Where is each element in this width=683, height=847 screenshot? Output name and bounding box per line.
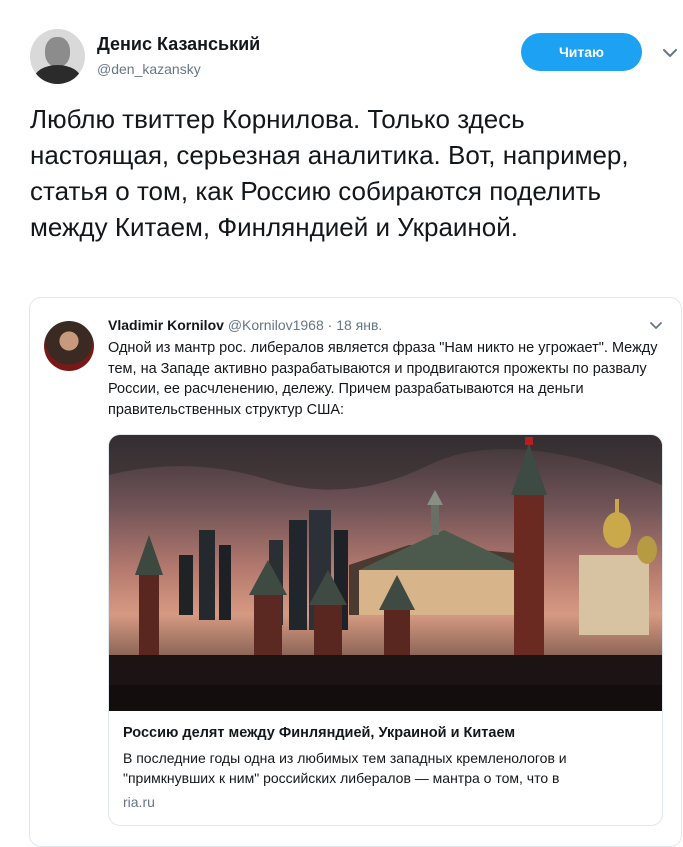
author-name[interactable]: Денис Казанський — [97, 34, 260, 55]
tweet-header: Денис Казанський @den_kazansky Читаю — [30, 29, 677, 85]
link-preview-card[interactable]: Россию делят между Финляндией, Украиной … — [108, 434, 663, 826]
quoted-tweet-date[interactable]: 18 янв. — [336, 317, 382, 333]
link-preview-domain[interactable]: ria.ru — [123, 794, 155, 810]
quoted-tweet-text: Одной из мантр рос. либералов является ф… — [108, 340, 658, 418]
link-preview-description: В последние годы одна из любимых тем зап… — [123, 750, 567, 786]
link-preview-title[interactable]: Россию делят между Финляндией, Украиной … — [123, 725, 515, 741]
chevron-down-icon[interactable] — [649, 321, 663, 331]
header-separator: · — [327, 317, 333, 333]
author-handle[interactable]: @den_kazansky — [97, 61, 201, 77]
author-avatar[interactable] — [30, 29, 85, 84]
link-preview-image[interactable] — [109, 435, 662, 711]
follow-button[interactable]: Читаю — [521, 33, 642, 71]
quoted-author-handle[interactable]: @Kornilov1968 — [228, 317, 324, 333]
quoted-tweet-header: Vladimir Kornilov @Kornilov1968 · 18 янв… — [108, 317, 382, 333]
quoted-author-name[interactable]: Vladimir Kornilov — [108, 317, 224, 333]
tweet-text: Люблю твиттер Корнилова. Только здесь на… — [30, 104, 629, 242]
chevron-down-icon[interactable] — [662, 47, 678, 59]
quoted-tweet[interactable]: Vladimir Kornilov @Kornilov1968 · 18 янв… — [29, 297, 682, 847]
quoted-author-avatar[interactable] — [44, 321, 94, 371]
